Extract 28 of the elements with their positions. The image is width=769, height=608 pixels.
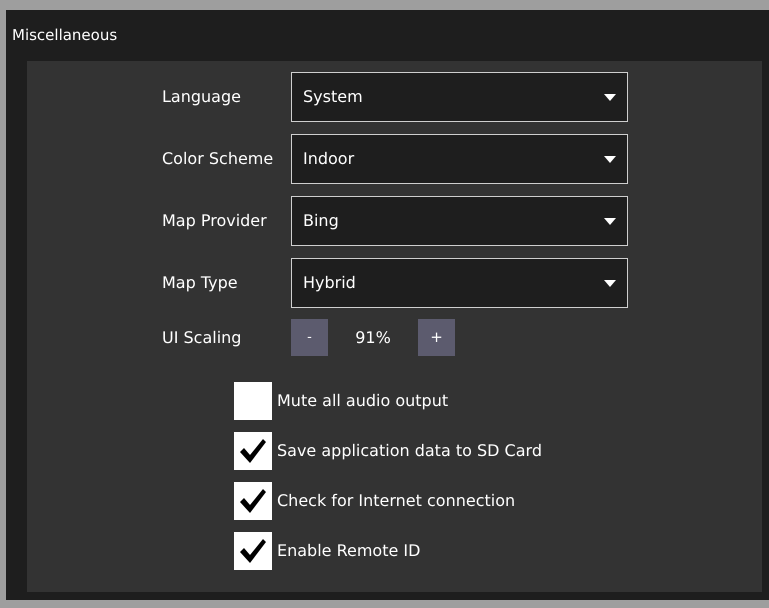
dropdown[interactable]: Bing	[291, 196, 628, 246]
caret-icon	[604, 156, 616, 162]
checkbox[interactable]	[234, 382, 272, 420]
scaling-value: 91%	[354, 326, 392, 348]
checkbox[interactable]	[234, 482, 272, 520]
checkbox-label: Mute all audio output	[277, 390, 448, 412]
checkbox[interactable]	[234, 432, 272, 470]
setting-label: UI Scaling	[162, 326, 242, 348]
check-icon	[239, 538, 267, 564]
dropdown[interactable]: Indoor	[291, 134, 628, 184]
caret-icon	[604, 218, 616, 224]
setting-label: Map Type	[162, 272, 239, 294]
checkbox-label: Save application data to SD Card	[277, 440, 542, 462]
setting-label: Language	[162, 86, 242, 108]
setting-label: Map Provider	[162, 210, 268, 232]
caret-icon	[604, 280, 616, 286]
checkbox-label: Check for Internet connection	[277, 490, 516, 512]
check-icon	[239, 488, 267, 514]
dropdown[interactable]: Hybrid	[291, 258, 628, 308]
check-icon	[239, 438, 267, 464]
caret-icon	[604, 94, 616, 100]
increase-button[interactable]: +	[418, 319, 455, 356]
setting-label: Color Scheme	[162, 148, 274, 170]
dropdown[interactable]: System	[291, 72, 628, 122]
checkbox-label: Enable Remote ID	[277, 540, 420, 562]
checkbox[interactable]	[234, 532, 272, 570]
decrease-button[interactable]: -	[291, 319, 328, 356]
section-title: Miscellaneous	[12, 25, 118, 46]
